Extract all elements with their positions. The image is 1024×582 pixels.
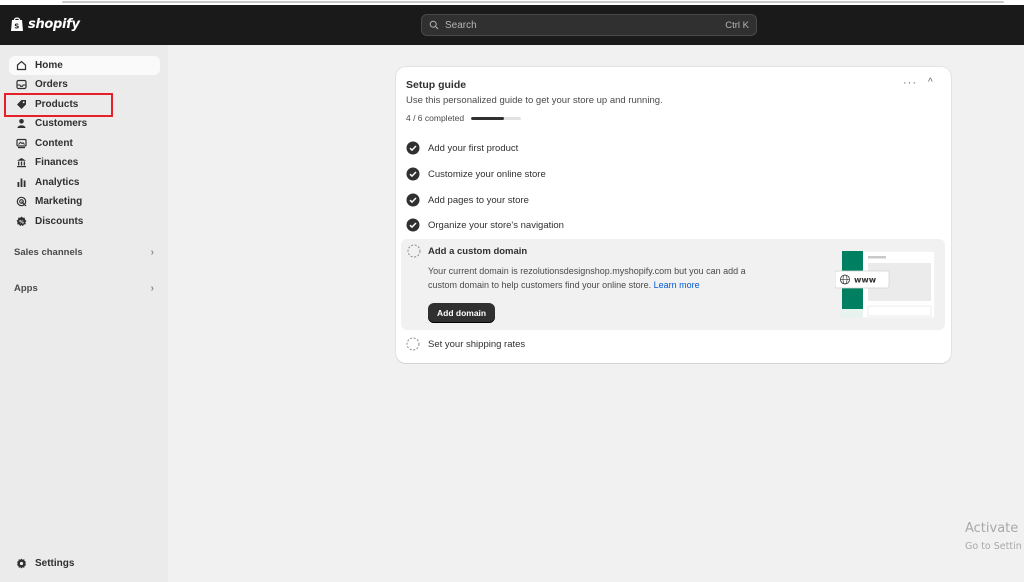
brand-name: shopify bbox=[28, 16, 80, 32]
task-custom-domain: Add a custom domain Your current domain … bbox=[401, 239, 945, 330]
check-circle-icon bbox=[406, 193, 420, 207]
learn-more-link[interactable]: Learn more bbox=[654, 280, 700, 290]
sidebar-item-label: Marketing bbox=[35, 196, 83, 207]
svg-text:%: % bbox=[19, 219, 24, 225]
apps-section[interactable]: Apps › bbox=[14, 283, 154, 294]
domain-illustration: www bbox=[835, 251, 935, 318]
sales-channels-section[interactable]: Sales channels › bbox=[14, 247, 154, 258]
setup-guide-subtitle: Use this personalized guide to get your … bbox=[406, 95, 663, 106]
person-icon bbox=[16, 118, 27, 129]
shopify-bag-icon: S bbox=[11, 17, 23, 31]
tag-icon bbox=[16, 99, 27, 110]
sidebar-item-content[interactable]: Content bbox=[9, 134, 160, 153]
sidebar-item-label: Analytics bbox=[35, 177, 80, 188]
sidebar-item-label: Finances bbox=[35, 157, 79, 168]
progress-bar bbox=[471, 116, 522, 120]
task-customize-store[interactable]: Customize your online store bbox=[406, 165, 546, 183]
bank-icon bbox=[16, 157, 27, 168]
setup-guide-card: Setup guide Use this personalized guide … bbox=[396, 67, 951, 363]
svg-text:S: S bbox=[14, 23, 19, 31]
add-domain-button[interactable]: Add domain bbox=[428, 303, 496, 323]
search-placeholder: Search bbox=[445, 19, 477, 31]
task-title: Add a custom domain bbox=[428, 246, 528, 257]
activate-watermark-sub: Go to Settin bbox=[965, 541, 1022, 552]
www-label: www bbox=[854, 276, 877, 285]
task-add-product[interactable]: Add your first product bbox=[406, 139, 518, 157]
dashed-circle-icon bbox=[407, 244, 421, 258]
sidebar-item-finances[interactable]: Finances bbox=[9, 153, 160, 172]
chevron-up-icon[interactable]: ^ bbox=[928, 77, 933, 88]
settings-label: Settings bbox=[35, 558, 75, 569]
task-add-pages[interactable]: Add pages to your store bbox=[406, 191, 529, 209]
task-label: Set your shipping rates bbox=[428, 338, 526, 350]
sidebar-item-discounts[interactable]: % Discounts bbox=[9, 212, 160, 231]
shopify-logo[interactable]: S shopify bbox=[10, 16, 80, 32]
target-icon bbox=[16, 196, 27, 207]
task-organize-navigation[interactable]: Organize your store's navigation bbox=[406, 216, 564, 234]
content-icon bbox=[16, 138, 27, 149]
apps-label: Apps bbox=[14, 283, 38, 294]
sidebar-item-products[interactable]: Products bbox=[9, 95, 160, 114]
sidebar-item-label: Orders bbox=[35, 79, 68, 90]
task-label: Add pages to your store bbox=[428, 194, 529, 206]
sidebar-item-label: Content bbox=[35, 138, 73, 149]
inbox-icon bbox=[16, 79, 27, 90]
search-shortcut: Ctrl K bbox=[725, 19, 749, 31]
sidebar-item-label: Products bbox=[35, 99, 79, 110]
activate-watermark: Activate bbox=[965, 521, 1019, 536]
chevron-right-icon: › bbox=[150, 247, 154, 258]
top-bar: S shopify Search Ctrl K bbox=[0, 5, 1024, 45]
gear-icon bbox=[16, 558, 27, 569]
sales-channels-label: Sales channels bbox=[14, 247, 83, 258]
sidebar-item-analytics[interactable]: Analytics bbox=[9, 173, 160, 192]
task-label: Organize your store's navigation bbox=[428, 219, 564, 231]
setup-progress: 4 / 6 completed bbox=[406, 113, 522, 123]
check-circle-icon bbox=[406, 167, 420, 181]
bar-chart-icon bbox=[16, 177, 27, 188]
sidebar-item-marketing[interactable]: Marketing bbox=[9, 192, 160, 211]
sidebar-item-label: Customers bbox=[35, 118, 88, 129]
sidebar-item-settings[interactable]: Settings bbox=[9, 554, 160, 573]
search-icon bbox=[429, 20, 439, 30]
more-options-icon[interactable]: ··· bbox=[903, 77, 917, 89]
sidebar-item-home[interactable]: Home bbox=[9, 56, 160, 75]
task-shipping-rates[interactable]: Set your shipping rates bbox=[406, 335, 525, 353]
discount-icon: % bbox=[16, 216, 27, 227]
sidebar-item-customers[interactable]: Customers bbox=[9, 114, 160, 133]
progress-text: 4 / 6 completed bbox=[406, 113, 465, 123]
search-input[interactable]: Search Ctrl K bbox=[421, 14, 757, 36]
sidebar-item-label: Home bbox=[35, 60, 63, 71]
strip-line bbox=[62, 1, 1004, 3]
chevron-right-icon: › bbox=[150, 283, 154, 294]
task-description: Your current domain is rezolutionsdesign… bbox=[428, 264, 768, 292]
task-label: Add your first product bbox=[428, 142, 519, 154]
setup-guide-title: Setup guide bbox=[406, 79, 467, 91]
sidebar-item-orders[interactable]: Orders bbox=[9, 75, 160, 94]
home-icon bbox=[16, 60, 27, 71]
check-circle-icon bbox=[406, 218, 420, 232]
sidebar-item-label: Discounts bbox=[35, 216, 84, 227]
task-label: Customize your online store bbox=[428, 168, 546, 180]
progress-fill bbox=[471, 116, 505, 120]
dashed-circle-icon bbox=[406, 337, 420, 351]
check-circle-icon bbox=[406, 141, 420, 155]
sidebar: Home Orders Products Customers Content F… bbox=[0, 45, 168, 582]
